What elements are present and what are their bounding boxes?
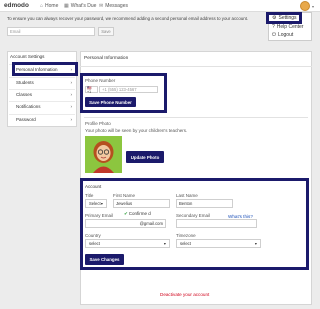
profile-photo-label: Profile Photo xyxy=(85,121,111,126)
primary-email-input[interactable]: @gmail.com xyxy=(85,219,166,228)
last-name-input[interactable]: Benton xyxy=(176,199,233,208)
chevron-right-icon: › xyxy=(70,104,73,109)
secondary-email-label: Secondary Email xyxy=(176,213,211,218)
menu-item-settings-label: Settings xyxy=(278,15,297,21)
phone-number-input[interactable]: +1 (555) 123-4567 xyxy=(99,86,158,93)
sidebar-item-classes[interactable]: Classes › xyxy=(9,89,75,99)
title-select-value: Select xyxy=(89,201,101,206)
first-name-input[interactable]: Jewelius xyxy=(113,199,170,208)
nav-messages-label: Messages xyxy=(105,3,128,9)
chevron-down-icon: ▾ xyxy=(254,241,257,246)
email-confirmed-text: Confirme d xyxy=(128,211,151,216)
sidebar-item-label: Students xyxy=(16,80,34,85)
update-photo-button[interactable]: Update Photo xyxy=(126,151,164,163)
chevron-right-icon: › xyxy=(70,92,73,97)
country-label: Country xyxy=(85,233,101,238)
deactivate-account-link[interactable]: Deactivate your account xyxy=(160,292,209,297)
save-changes-button[interactable]: Save Changes xyxy=(85,254,124,265)
question-icon: ? xyxy=(272,24,275,30)
first-name-label: First Name xyxy=(113,193,136,198)
country-select-value: select xyxy=(89,241,100,246)
profile-photo-image xyxy=(85,136,122,173)
title-divider xyxy=(80,66,312,67)
sidebar-item-password[interactable]: Password › xyxy=(9,114,75,124)
sidebar-item-label: Password xyxy=(16,117,36,122)
secondary-email-input[interactable] xyxy=(176,219,257,228)
account-heading: Account xyxy=(85,184,102,189)
checkmark-icon: ✔ xyxy=(124,211,128,216)
person-illustration-icon xyxy=(85,136,122,173)
profile-photo-hint: Your photo will be seen by your children… xyxy=(85,128,188,133)
personal-information-highlight-box xyxy=(12,62,78,76)
last-name-label: Last Name xyxy=(176,193,198,198)
sidebar-item-label: Notifications xyxy=(16,104,41,109)
panel-title: Personal Information xyxy=(84,56,129,61)
recovery-email-input[interactable]: Email xyxy=(7,27,95,36)
chevron-down-icon: ▾ xyxy=(163,241,166,246)
sidebar-item-notifications[interactable]: Notifications › xyxy=(9,101,75,111)
first-name-value: Jewelius xyxy=(116,201,133,206)
menu-item-help-label: Help Center xyxy=(276,24,304,30)
primary-email-label: Primary Email xyxy=(85,213,114,218)
sidebar-heading: Account Settings xyxy=(10,54,45,59)
phone-country-value: 🇺🇸 +1 xyxy=(87,85,92,94)
nav-messages[interactable]: ✉ Messages xyxy=(99,3,128,9)
nav-home-label: Home xyxy=(45,3,59,9)
edmodo-logo[interactable]: edmodo xyxy=(4,2,29,9)
save-email-button[interactable]: Save xyxy=(98,27,114,36)
avatar[interactable] xyxy=(300,1,310,11)
primary-email-value: @gmail.com xyxy=(139,221,163,226)
chevron-right-icon: › xyxy=(70,80,73,85)
title-select[interactable]: Select ▾ xyxy=(85,199,107,208)
phone-divider xyxy=(84,117,308,118)
sidebar-item-students[interactable]: Students › xyxy=(9,77,75,87)
logout-icon: ⏻ xyxy=(272,32,276,38)
chevron-right-icon: › xyxy=(70,117,73,122)
timezone-select[interactable]: select ▾ xyxy=(176,239,261,248)
menu-item-logout[interactable]: ⏻ Logout xyxy=(272,32,293,38)
menu-item-logout-label: Logout xyxy=(277,32,294,38)
chevron-down-icon[interactable]: ▾ xyxy=(312,4,314,9)
chevron-down-icon: ▾ xyxy=(100,201,103,206)
email-confirmed-status: ✔ Confirme d xyxy=(124,211,164,217)
timezone-select-value: select xyxy=(180,241,191,246)
last-name-value: Benton xyxy=(179,201,193,206)
home-icon: ⌂ xyxy=(40,3,44,9)
menu-item-help-center[interactable]: ? Help Center xyxy=(272,24,303,30)
phone-country-select[interactable]: 🇺🇸 +1 xyxy=(85,85,98,94)
envelope-icon: ✉ xyxy=(99,3,104,9)
timezone-label: Timezone xyxy=(176,233,196,238)
country-select[interactable]: select ▾ xyxy=(85,239,170,248)
save-phone-number-button[interactable]: Save Phone Number xyxy=(85,97,136,107)
recovery-email-placeholder: Email xyxy=(10,29,21,34)
nav-whats-due[interactable]: ▦ What's Due xyxy=(64,3,96,9)
title-label: Title xyxy=(85,193,94,198)
phone-number-label: Phone Number xyxy=(85,78,116,83)
phone-number-placeholder: +1 (555) 123-4567 xyxy=(102,87,137,92)
recovery-email-notice: To ensure you can always recover your pa… xyxy=(7,16,249,21)
nav-home[interactable]: ⌂ Home xyxy=(40,3,58,9)
nav-whats-due-label: What's Due xyxy=(70,3,97,9)
calendar-icon: ▦ xyxy=(64,3,69,9)
sidebar-item-label: Classes xyxy=(16,92,33,97)
